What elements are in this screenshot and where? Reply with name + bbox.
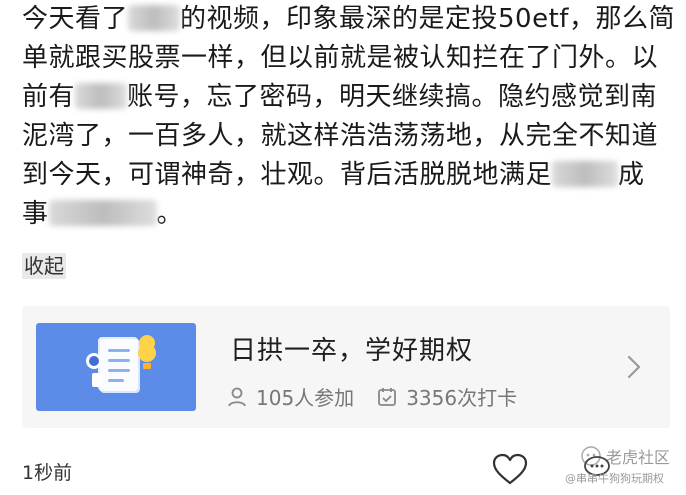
checkins-stat: 3356次打卡 xyxy=(376,382,517,411)
collapse-button[interactable]: 收起 xyxy=(22,253,66,279)
post-line: 到今天，可谓神奇，壮观。背后活脱脱地满足成 xyxy=(22,160,645,190)
topic-card-title: 日拱一卒，学好期权 xyxy=(230,336,474,366)
watermark-handle: @串串牛狗狗玩期权 xyxy=(565,472,664,485)
redacted-text xyxy=(75,83,128,109)
post-content: 今天看了 的视频，印象最深的是定投50etf，那么简 单就跟买股票一样，但以前就是… xyxy=(22,0,675,234)
redacted-text xyxy=(48,200,157,226)
topic-card-meta: 105人参加 3356次打卡 xyxy=(226,382,539,411)
post-timestamp: 1秒前 xyxy=(22,462,73,484)
like-heart-icon[interactable] xyxy=(491,452,529,486)
topic-card[interactable]: 日拱一卒，学好期权 105人参加 3356次打卡 xyxy=(22,306,670,428)
redacted-text xyxy=(552,161,619,187)
post-line: 单就跟买股票一样，但以前就是被认知拦在了门外。以 xyxy=(22,43,659,73)
post-line: 今天看了 的视频，印象最深的是定投50etf，那么简 xyxy=(22,4,675,34)
chevron-right-icon xyxy=(627,355,641,379)
post-line: 事。 xyxy=(22,199,184,229)
participants-stat: 105人参加 xyxy=(226,382,354,411)
checklist-illustration-icon xyxy=(86,335,156,393)
post-line: 泥湾了，一百多人，就这样浩浩荡荡地，从完全不知道 xyxy=(22,121,659,151)
topic-card-thumbnail xyxy=(36,323,196,411)
redacted-text xyxy=(128,5,181,31)
post-line: 前有 账号，忘了密码，明天继续搞。隐约感觉到南 xyxy=(22,82,658,112)
person-icon xyxy=(228,387,246,406)
calendar-check-icon xyxy=(378,387,397,406)
